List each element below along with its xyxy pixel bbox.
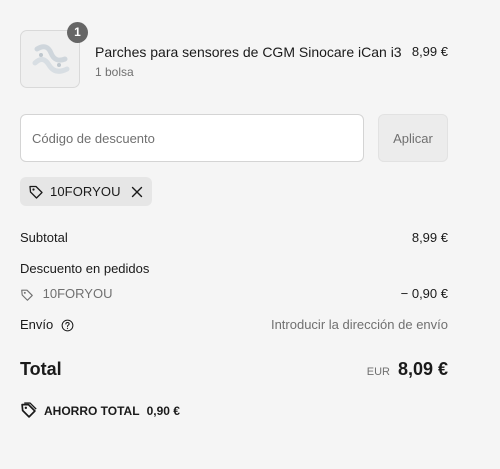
- subtotal-label: Subtotal: [20, 230, 68, 245]
- discount-value: − 0,90 €: [400, 286, 448, 301]
- discount-code-input[interactable]: [20, 114, 364, 162]
- cart-line-item: 1 Parches para sensores de CGM Sinocare …: [20, 22, 448, 90]
- tag-icon: [20, 402, 37, 419]
- close-icon[interactable]: [130, 185, 144, 199]
- order-discount-label: Descuento en pedidos: [20, 261, 150, 276]
- order-discount-row: Descuento en pedidos: [20, 261, 448, 276]
- sensor-patch-image: [32, 44, 70, 74]
- total-row: Total EUR 8,09 €: [20, 359, 448, 383]
- subtotal-value: 8,99 €: [411, 230, 448, 245]
- shipping-row: Envío Introducir la dirección de envío: [20, 317, 448, 332]
- savings-value: 0,90 €: [146, 403, 180, 418]
- shipping-label: Envío: [20, 317, 54, 332]
- quantity-badge: 1: [67, 22, 88, 43]
- product-name: Parches para sensores de CGM Sinocare iC…: [95, 44, 402, 60]
- discount-code-label: 10FORYOU: [42, 286, 113, 301]
- help-circle-icon[interactable]: [61, 319, 74, 332]
- subtotal-row: Subtotal 8,99 €: [20, 230, 448, 245]
- applied-code-text: 10FORYOU: [50, 184, 121, 199]
- total-savings: AHORRO TOTAL 0,90 €: [20, 402, 180, 419]
- savings-label: AHORRO TOTAL: [44, 403, 140, 418]
- tag-icon: [28, 184, 44, 200]
- tag-icon: [20, 288, 34, 302]
- currency-code: EUR: [366, 366, 390, 378]
- product-price: 8,99 €: [411, 44, 448, 59]
- shipping-value: Introducir la dirección de envío: [270, 317, 448, 332]
- applied-discount-chip: 10FORYOU: [20, 177, 152, 206]
- discount-code-row: 10FORYOU − 0,90 €: [20, 286, 448, 302]
- total-label: Total: [20, 359, 62, 379]
- total-value: 8,09 €: [397, 359, 448, 379]
- apply-discount-button[interactable]: Aplicar: [378, 114, 448, 162]
- product-variant: 1 bolsa: [95, 65, 134, 79]
